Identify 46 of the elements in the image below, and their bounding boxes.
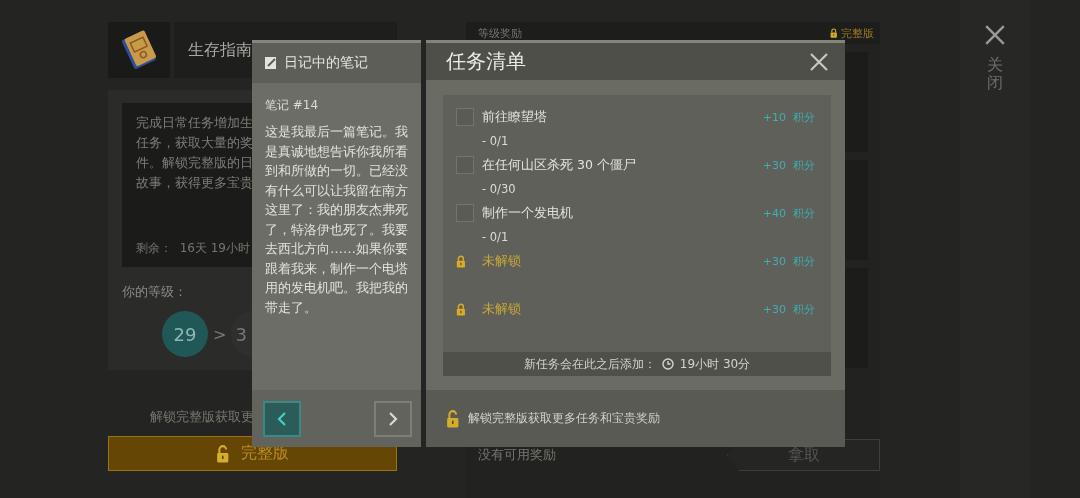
unlock-message: 解锁完整版获取更多任务和宝贵奖励 <box>467 410 660 427</box>
reward-points: +30 积分 <box>762 157 815 173</box>
note-title: 日记中的笔记 <box>284 54 368 72</box>
guide-title: 生存指南 <box>188 39 252 61</box>
chevron-icon <box>388 410 398 427</box>
unlock-hint: 解锁完整版获取更 <box>150 408 254 426</box>
close-button[interactable] <box>809 51 829 72</box>
note-heading: 笔记 #14 <box>265 97 320 114</box>
dialog-title: 任务清单 <box>446 48 526 75</box>
full-version-label: 完整版 <box>841 25 874 41</box>
current-level: 29 <box>162 311 208 357</box>
unlock-icon <box>215 444 230 463</box>
lock-icon <box>456 302 466 316</box>
locked-task: 未解锁 <box>482 252 522 270</box>
remaining-time: 剩余： 16天 19小时 <box>136 240 250 257</box>
unlock-icon <box>446 409 460 428</box>
close-label: 关闭 <box>987 56 1003 92</box>
close-button[interactable] <box>984 24 1006 46</box>
checkbox[interactable] <box>456 204 474 222</box>
description-line: 任务，获取大量的奖 <box>136 134 253 152</box>
reward-points: +30 积分 <box>762 253 815 269</box>
lock-icon <box>456 254 466 268</box>
reward-status: 没有可用奖励 <box>478 446 556 464</box>
checkbox[interactable] <box>456 108 474 126</box>
task-name: 在任何山区杀死 30 个僵尸 <box>482 156 637 174</box>
reward-points: +30 积分 <box>762 301 815 317</box>
previous-button[interactable] <box>263 400 301 437</box>
description-line: 故事，获得更多宝贵 <box>136 174 253 192</box>
description-line: 完成日常任务增加生 <box>136 114 253 132</box>
reward-points: +40 积分 <box>762 205 815 221</box>
description-line: 件。解锁完整版的日 <box>136 154 253 172</box>
next-button[interactable] <box>374 400 412 437</box>
level-label: 你的等级： <box>122 283 187 301</box>
task-name: 制作一个发电机 <box>482 204 574 222</box>
rewards-title: 等级奖励 <box>478 25 522 41</box>
reward-points: +10 积分 <box>762 109 815 125</box>
lock-icon <box>829 28 837 38</box>
clock-icon <box>661 358 674 370</box>
timer-label: 新任务会在此之后添加： <box>523 355 656 373</box>
note-icon <box>264 56 278 70</box>
locked-task: 未解锁 <box>482 300 522 318</box>
task-name: 前往瞭望塔 <box>482 108 548 126</box>
checkbox[interactable] <box>456 156 474 174</box>
level-arrow: > <box>213 324 227 344</box>
timer-value: 19小时 30分 <box>679 355 751 373</box>
chevron-icon <box>277 410 287 427</box>
